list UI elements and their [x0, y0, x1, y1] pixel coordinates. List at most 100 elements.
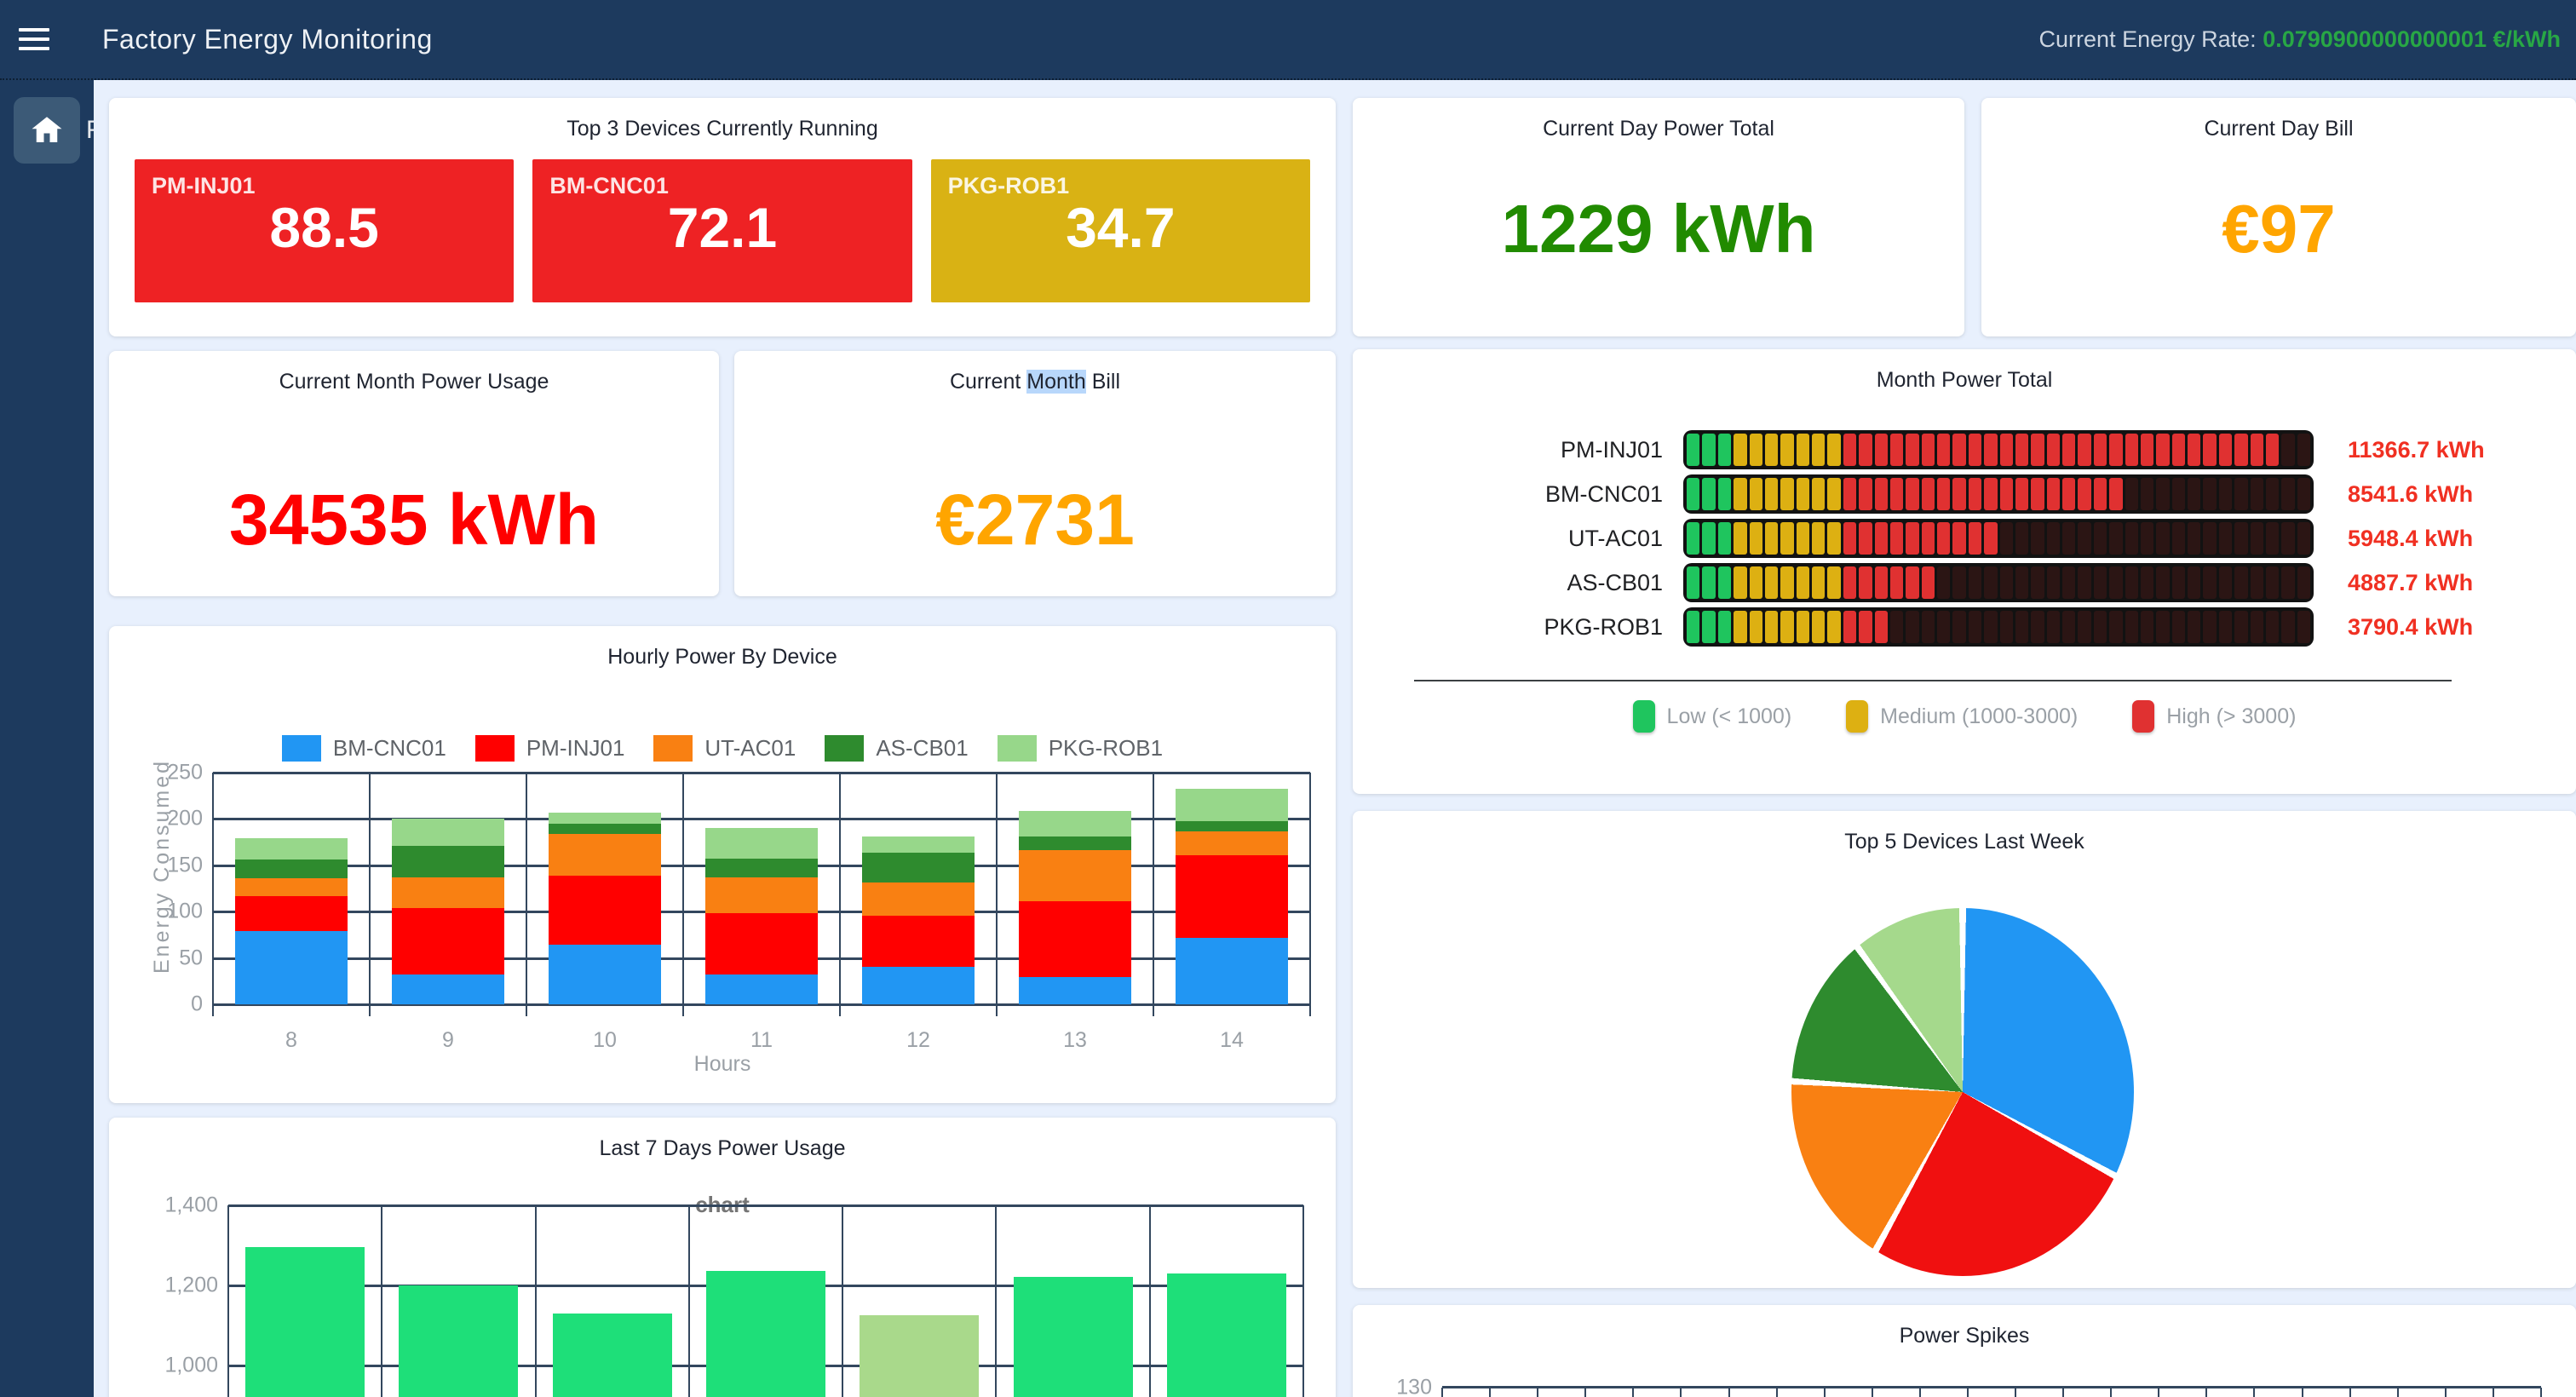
- gauge-cell: [1827, 522, 1840, 555]
- gauge-cell: [2281, 522, 2294, 555]
- gauge-cell: [1765, 611, 1778, 643]
- gauge-cell: [1765, 522, 1778, 555]
- day-power-total-value: 1229 kWh: [1353, 190, 1964, 268]
- power-spikes-chart: 130: [1442, 1386, 2541, 1397]
- gauge-cell: [2141, 478, 2153, 510]
- gauge-cell: [2156, 611, 2169, 643]
- legend-label: UT-AC01: [704, 735, 796, 762]
- gauge-cell: [2251, 522, 2263, 555]
- card-title: Top 3 Devices Currently Running: [109, 98, 1336, 141]
- x-tick: 13: [997, 1028, 1153, 1053]
- gauge-cell: [1750, 522, 1762, 555]
- gauge-cell: [2172, 522, 2185, 555]
- gauge-cell: [2219, 478, 2232, 510]
- axis-tick: [1680, 1388, 1682, 1397]
- gauge-cell: [1718, 434, 1731, 466]
- device-tile-value: 72.1: [532, 195, 911, 260]
- gauge-cell: [2251, 478, 2263, 510]
- device-tile-value: 88.5: [135, 195, 514, 260]
- energy-rate-value: 0.0790900000000001 €/kWh: [2263, 26, 2561, 52]
- gridline-v: [227, 1205, 229, 1397]
- gauge-cell: [2266, 434, 2279, 466]
- energy-rate: Current Energy Rate: 0.0790900000000001 …: [2039, 26, 2561, 53]
- gridline-h: [1442, 1386, 2541, 1388]
- gauge-cell: [1797, 566, 1809, 599]
- gauge-cell: [2172, 611, 2185, 643]
- gauge-cell: [1843, 566, 1856, 599]
- stacked-bar-segment: [235, 878, 348, 896]
- gauge-row: BM-CNC018541.6 kWh: [1353, 472, 2576, 516]
- gauge-cell: [1780, 611, 1793, 643]
- card-top3-devices: Top 3 Devices Currently Running PM-INJ01…: [109, 98, 1336, 336]
- axis-tick: [2445, 1388, 2447, 1397]
- gauge-cell: [1734, 478, 1746, 510]
- home-button[interactable]: [14, 97, 80, 164]
- x-tick: 9: [370, 1028, 526, 1053]
- gauge-cell: [1702, 611, 1715, 643]
- gridline-v: [1309, 773, 1311, 1016]
- gauge-cell: [2062, 478, 2075, 510]
- gauge-cell: [2078, 478, 2090, 510]
- gauge-device-label: AS-CB01: [1353, 570, 1683, 596]
- card-title: Top 5 Devices Last Week: [1353, 811, 2576, 854]
- gridline-v: [1302, 1205, 1304, 1397]
- gauge-cell: [1780, 522, 1793, 555]
- stacked-bar-segment: [235, 838, 348, 859]
- hamburger-menu-icon[interactable]: [19, 20, 70, 58]
- stacked-bar-segment: [1019, 850, 1131, 901]
- y-tick: 1,400: [164, 1193, 228, 1218]
- gauge-cell: [1937, 522, 1950, 555]
- gauge-cell: [1952, 522, 1965, 555]
- dashboard-content: Top 3 Devices Currently Running PM-INJ01…: [94, 80, 2576, 1397]
- gauge-cell: [1797, 434, 1809, 466]
- gauge-cell: [2125, 522, 2138, 555]
- month-bill-value: €2731: [734, 479, 1336, 561]
- gauge-cell: [2078, 611, 2090, 643]
- gauge-cell: [2062, 522, 2075, 555]
- stacked-bar-segment: [392, 846, 504, 877]
- gauge-cell: [1718, 566, 1731, 599]
- gauge-cell: [2234, 478, 2247, 510]
- last7-bar-chart: 1,4001,2001,000: [228, 1205, 1303, 1397]
- gauge-cell: [2047, 566, 2060, 599]
- gauge-cell: [2281, 434, 2294, 466]
- gauge-cell: [1906, 566, 1918, 599]
- gauge-cell: [2078, 522, 2090, 555]
- gauge-cell: [1875, 478, 1888, 510]
- gauge-cell: [2234, 434, 2247, 466]
- gauge-cell: [2266, 566, 2279, 599]
- gauge-cell: [1906, 611, 1918, 643]
- gauge-cell: [2281, 611, 2294, 643]
- gauge-cell: [2234, 611, 2247, 643]
- stacked-bar-segment: [1176, 789, 1288, 821]
- gauge-cell: [1702, 434, 1715, 466]
- card-title: Current Month Power Usage: [109, 351, 719, 394]
- gauge-cell: [1797, 522, 1809, 555]
- gauge-cell: [1984, 434, 1997, 466]
- y-tick: 130: [1396, 1376, 1442, 1397]
- gauge-cell: [1859, 434, 1872, 466]
- axis-tick: [2158, 1388, 2159, 1397]
- gridline-v: [526, 773, 527, 1016]
- gauge-cell: [2234, 522, 2247, 555]
- stacked-bar-segment: [235, 859, 348, 878]
- bar: [1014, 1277, 1133, 1397]
- stacked-bar-segment: [549, 813, 661, 824]
- gauge-cell: [1952, 566, 1965, 599]
- stacked-bar-segment: [862, 967, 975, 1004]
- gauge-cell: [1797, 478, 1809, 510]
- gauge-cell: [2062, 434, 2075, 466]
- gauge-cell: [1937, 566, 1950, 599]
- gauge-cell: [2125, 611, 2138, 643]
- gauge-cell: [2188, 522, 2200, 555]
- gridline-h: [213, 818, 1310, 820]
- gauge-value-label: 8541.6 kWh: [2348, 481, 2473, 508]
- gauge-cell: [2047, 478, 2060, 510]
- gauge-cell: [2125, 566, 2138, 599]
- gauge-cell: [1843, 611, 1856, 643]
- y-tick: 0: [191, 992, 213, 1017]
- gauge-cell: [1750, 611, 1762, 643]
- gauge-value-label: 4887.7 kWh: [2348, 570, 2473, 596]
- gauge-cell: [1687, 478, 1699, 510]
- axis-tick: [2110, 1388, 2112, 1397]
